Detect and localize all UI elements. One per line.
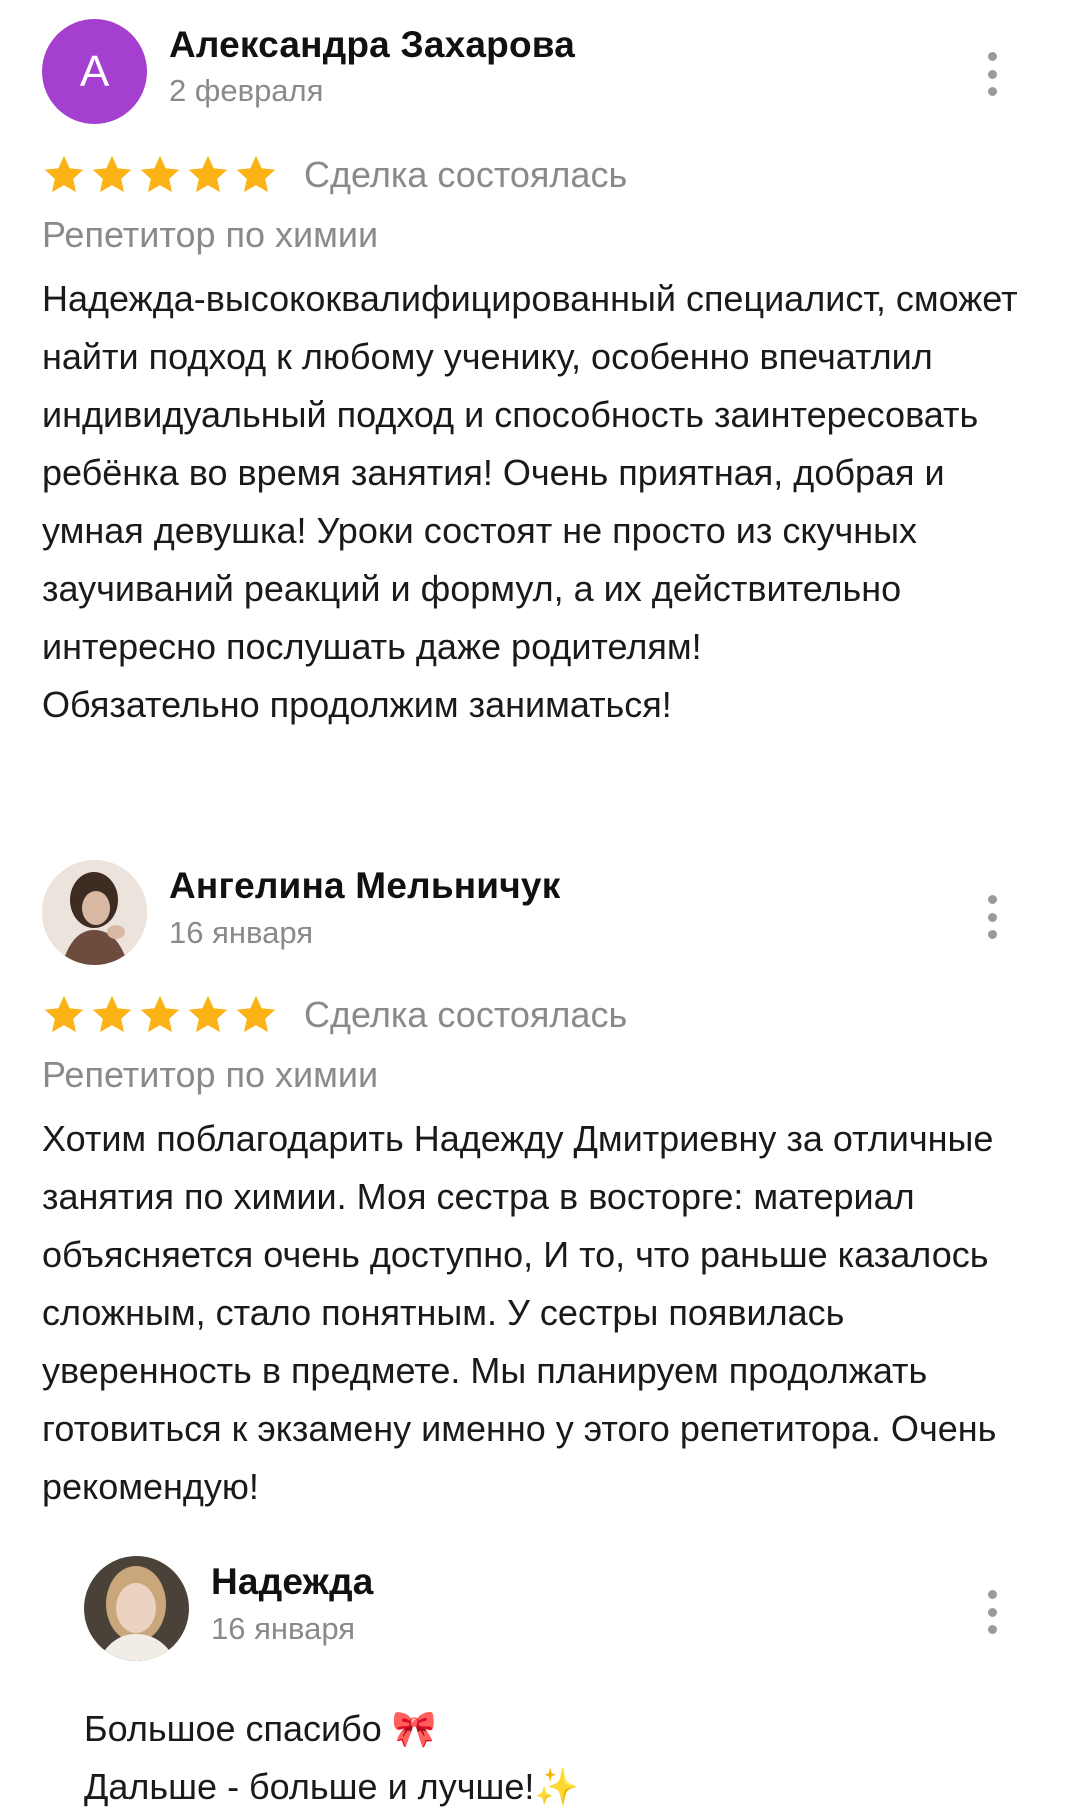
avatar[interactable]: А (42, 19, 147, 124)
star-icon (44, 995, 84, 1033)
reply-date: 16 января (211, 1611, 356, 1646)
avatar[interactable] (42, 860, 147, 965)
review-date: 16 января (169, 915, 314, 950)
star-icon (92, 995, 132, 1033)
star-icon (140, 995, 180, 1033)
review-text: Надежда-высококвалифицированный специали… (42, 278, 1018, 725)
more-vertical-icon (987, 895, 997, 904)
more-vertical-icon (987, 52, 997, 61)
star-icon (140, 155, 180, 193)
author-name[interactable]: Ангелина Мельничук (169, 865, 560, 907)
rating-stars (42, 994, 278, 1036)
reply-author-name[interactable]: Надежда (211, 1561, 374, 1603)
rating-stars (42, 154, 278, 196)
more-options-button[interactable] (982, 1590, 1002, 1634)
star-icon (44, 155, 84, 193)
more-options-button[interactable] (982, 52, 1002, 96)
star-icon (188, 155, 228, 193)
user-photo (84, 1556, 189, 1661)
avatar[interactable] (84, 1556, 189, 1661)
more-vertical-icon (987, 1590, 997, 1599)
reply-text: Большое спасибо 🎀 Дальше - больше и лучш… (84, 1708, 580, 1807)
user-photo (42, 860, 147, 965)
star-icon (236, 995, 276, 1033)
review-text: Хотим поблагодарить Надежду Дмитриевну з… (42, 1118, 997, 1507)
author-name[interactable]: Александра Захарова (169, 24, 575, 66)
service-category: Репетитор по химии (42, 214, 379, 255)
service-category: Репетитор по химии (42, 1054, 379, 1095)
review-card: А Александра Захарова 2 февраля Сделка с… (0, 0, 1080, 725)
review-date: 2 февраля (169, 73, 324, 108)
avatar-letter: А (79, 46, 110, 96)
deal-status: Сделка состоялась (304, 994, 628, 1035)
star-icon (236, 155, 276, 193)
review-card: Ангелина Мельничук 16 января Сделка сост… (0, 840, 1080, 1816)
deal-status: Сделка состоялась (304, 154, 628, 195)
more-options-button[interactable] (982, 895, 1002, 939)
star-icon (92, 155, 132, 193)
star-icon (188, 995, 228, 1033)
